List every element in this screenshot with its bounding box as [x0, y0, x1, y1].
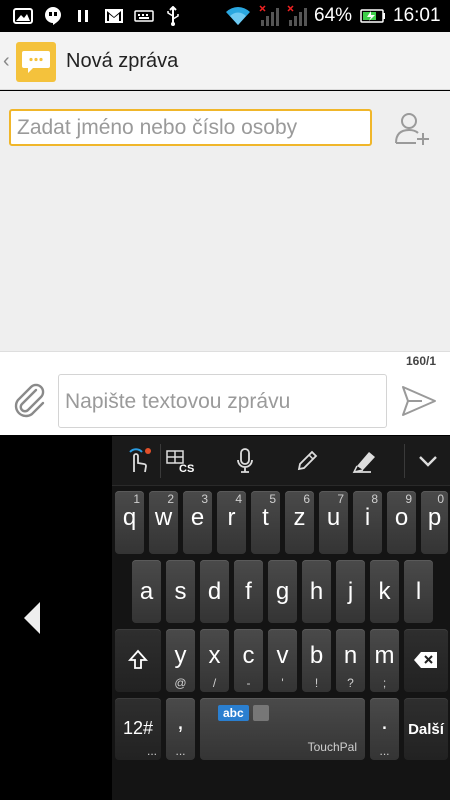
key-d[interactable]: d [200, 560, 229, 623]
shift-key[interactable] [115, 629, 161, 692]
backspace-icon [414, 652, 437, 668]
symbols-key[interactable]: 12#... [115, 698, 161, 760]
key-f[interactable]: f [234, 560, 263, 623]
char-counter: 160/1 [405, 354, 436, 368]
key-w[interactable]: 2w [149, 491, 178, 554]
touchpal-brand: TouchPal [307, 740, 357, 754]
recipient-input[interactable]: Zadat jméno nebo číslo osoby [9, 109, 372, 146]
key-b[interactable]: b! [302, 629, 331, 692]
language-indicator: abc [218, 705, 249, 721]
expand-left-icon[interactable] [24, 602, 40, 634]
recipient-area: Zadat jméno nebo číslo osoby [0, 91, 450, 351]
signal-sim1-icon [258, 5, 284, 26]
status-bar: 64% 16:01 [0, 0, 450, 32]
key-x[interactable]: x / [200, 629, 229, 692]
hide-keyboard-chevron-icon[interactable] [410, 436, 446, 486]
microphone-icon[interactable] [228, 436, 262, 486]
key-t[interactable]: 5t [251, 491, 280, 554]
key-c[interactable]: c- [234, 629, 263, 692]
backspace-key[interactable] [404, 629, 448, 692]
key-e[interactable]: 3e [183, 491, 212, 554]
action-bar: ‹ Nová zpráva [0, 32, 450, 90]
paperclip-icon[interactable] [12, 382, 48, 418]
key-j[interactable]: j [336, 560, 365, 623]
wifi-icon [224, 6, 252, 26]
signal-sim2-icon [286, 5, 312, 26]
battery-percent: 64% [314, 5, 353, 26]
send-icon[interactable] [400, 384, 438, 418]
key-comma[interactable]: ,... [166, 698, 195, 760]
language-switch-icon [253, 705, 269, 721]
back-chevron-icon[interactable]: ‹ [3, 50, 10, 72]
hangouts-notification-icon [43, 6, 63, 26]
key-k[interactable]: k [370, 560, 399, 623]
keyboard-notification-icon [134, 6, 154, 26]
compose-bar: 160/1 Napište textovou zprávu [0, 351, 450, 435]
key-o[interactable]: 9o [387, 491, 416, 554]
keyboard: CS 1q 2w 3e 4r 5t 6z 7u 8i 9o 0p a s d f… [112, 436, 450, 800]
battery-charging-icon [360, 6, 386, 26]
key-m[interactable]: m; [370, 629, 399, 692]
gesture-touch-icon[interactable] [118, 436, 158, 486]
key-h[interactable]: h [302, 560, 331, 623]
gallery-notification-icon [12, 6, 34, 26]
language-cs-label: CS [179, 463, 194, 474]
key-g[interactable]: g [268, 560, 297, 623]
add-contact-icon[interactable] [392, 109, 432, 149]
space-key[interactable]: abc TouchPal [200, 698, 365, 760]
key-p[interactable]: 0p [421, 491, 448, 554]
next-key[interactable]: Další [404, 698, 448, 760]
shift-arrow-icon [128, 649, 148, 669]
gmail-notification-icon [103, 6, 125, 26]
key-q[interactable]: 1q [115, 491, 144, 554]
key-s[interactable]: s [166, 560, 195, 623]
key-y[interactable]: y @ [166, 629, 195, 692]
pause-notification-icon [76, 6, 90, 26]
key-u[interactable]: 7u [319, 491, 348, 554]
keyboard-side-panel [0, 436, 112, 800]
usb-notification-icon [164, 6, 182, 26]
clock: 16:01 [393, 5, 441, 26]
message-input[interactable]: Napište textovou zprávu [58, 374, 387, 428]
key-z[interactable]: 6z [285, 491, 314, 554]
language-cs-icon[interactable]: CS [164, 436, 198, 486]
key-v[interactable]: v ' [268, 629, 297, 692]
key-n[interactable]: n? [336, 629, 365, 692]
edit-tool-icon[interactable] [348, 436, 382, 486]
key-period[interactable]: .... [370, 698, 399, 760]
key-l[interactable]: l [404, 560, 433, 623]
page-title: Nová zpráva [66, 50, 179, 72]
key-i[interactable]: 8i [353, 491, 382, 554]
messaging-app-icon[interactable] [16, 42, 56, 82]
keyboard-toolbar: CS [112, 436, 450, 486]
key-r[interactable]: 4r [217, 491, 246, 554]
pencil-icon[interactable] [290, 436, 324, 486]
key-a[interactable]: a [132, 560, 161, 623]
